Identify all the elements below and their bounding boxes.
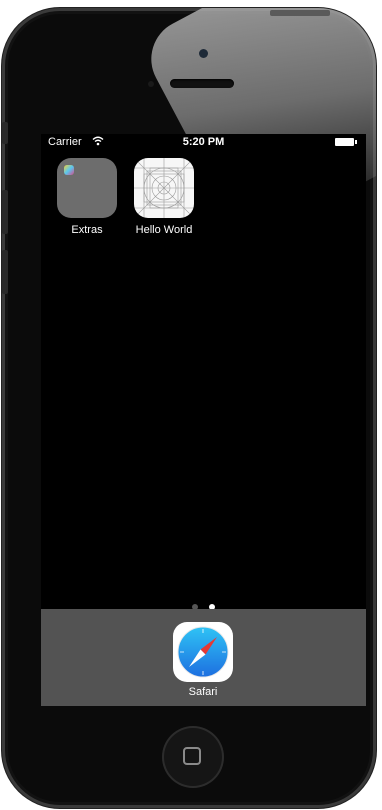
app-hello-world[interactable]: Hello World <box>132 158 196 236</box>
battery-icon <box>335 138 357 146</box>
app-extras[interactable]: Extras <box>55 158 119 236</box>
app-safari[interactable]: Safari <box>171 622 235 698</box>
app-grid-template-icon <box>134 158 194 218</box>
mute-switch[interactable] <box>2 122 8 144</box>
sleep-wake-button[interactable] <box>270 10 330 16</box>
mini-app-icon <box>64 165 74 175</box>
volume-up-button[interactable] <box>2 190 8 234</box>
earpiece-speaker <box>170 79 234 88</box>
home-square-icon <box>183 747 201 765</box>
app-label: Safari <box>188 686 218 698</box>
status-time: 5:20 PM <box>182 136 225 148</box>
app-label: Hello World <box>135 224 193 236</box>
status-bar: Carrier 5:20 PM <box>41 134 366 151</box>
home-button[interactable] <box>162 726 224 788</box>
iphone-device-frame: Carrier 5:20 PM Extras Hello World Safar… <box>2 8 376 808</box>
proximity-sensor <box>148 81 154 87</box>
volume-down-button[interactable] <box>2 250 8 294</box>
dock: Safari <box>41 609 366 706</box>
front-camera <box>199 49 208 58</box>
compass-icon <box>173 622 233 682</box>
app-label: Extras <box>71 224 103 236</box>
folder-icon <box>57 158 117 218</box>
home-screen: Carrier 5:20 PM Extras Hello World Safar… <box>41 134 366 706</box>
